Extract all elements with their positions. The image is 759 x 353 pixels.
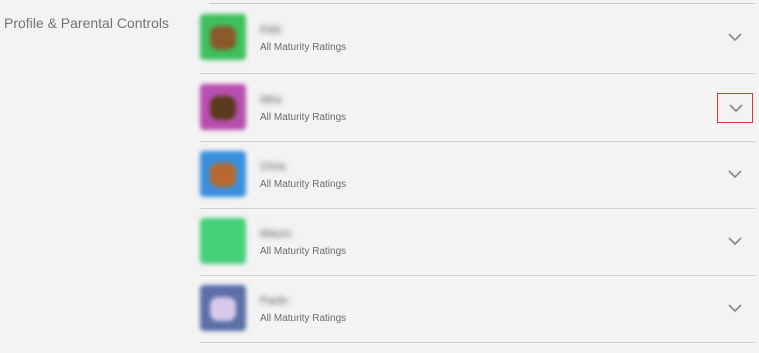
profile-avatar[interactable] bbox=[200, 14, 246, 60]
avatar-face bbox=[210, 297, 236, 321]
avatar-face bbox=[210, 96, 236, 120]
expand-profile-button[interactable] bbox=[717, 23, 753, 53]
avatar-face bbox=[210, 163, 236, 187]
profile-row[interactable]: Kids All Maturity Ratings bbox=[200, 6, 755, 74]
chevron-down-icon bbox=[728, 237, 742, 246]
row-divider bbox=[200, 342, 755, 343]
profile-row[interactable]: Chris All Maturity Ratings bbox=[200, 142, 755, 209]
avatar-face bbox=[210, 230, 236, 254]
profile-row[interactable]: Paolo All Maturity Ratings bbox=[200, 276, 755, 343]
expand-profile-button[interactable] bbox=[717, 227, 753, 257]
maturity-rating: All Maturity Ratings bbox=[260, 42, 347, 53]
maturity-rating: All Maturity Ratings bbox=[260, 112, 347, 123]
avatar-face bbox=[210, 26, 236, 50]
profile-name: Paolo bbox=[260, 295, 289, 307]
chevron-down-icon bbox=[729, 104, 743, 113]
profile-avatar[interactable] bbox=[200, 84, 246, 130]
profile-name: Kids bbox=[260, 24, 282, 36]
profile-row[interactable]: Mauro All Maturity Ratings bbox=[200, 209, 755, 276]
profile-name: Mira bbox=[260, 94, 282, 106]
maturity-rating: All Maturity Ratings bbox=[260, 246, 347, 257]
expand-profile-button[interactable] bbox=[717, 93, 753, 123]
chevron-down-icon bbox=[728, 170, 742, 179]
profile-avatar[interactable] bbox=[200, 285, 246, 331]
chevron-down-icon bbox=[728, 304, 742, 313]
maturity-rating: All Maturity Ratings bbox=[260, 313, 347, 324]
section-title: Profile & Parental Controls bbox=[4, 15, 169, 31]
profile-name: Chris bbox=[260, 161, 286, 173]
top-divider bbox=[209, 3, 755, 4]
profile-name: Mauro bbox=[260, 228, 292, 240]
profile-row[interactable]: Mira All Maturity Ratings bbox=[200, 74, 755, 142]
expand-profile-button[interactable] bbox=[717, 294, 753, 324]
expand-profile-button[interactable] bbox=[717, 160, 753, 190]
profile-avatar[interactable] bbox=[200, 151, 246, 197]
profile-avatar[interactable] bbox=[200, 218, 246, 264]
maturity-rating: All Maturity Ratings bbox=[260, 179, 347, 190]
chevron-down-icon bbox=[728, 33, 742, 42]
